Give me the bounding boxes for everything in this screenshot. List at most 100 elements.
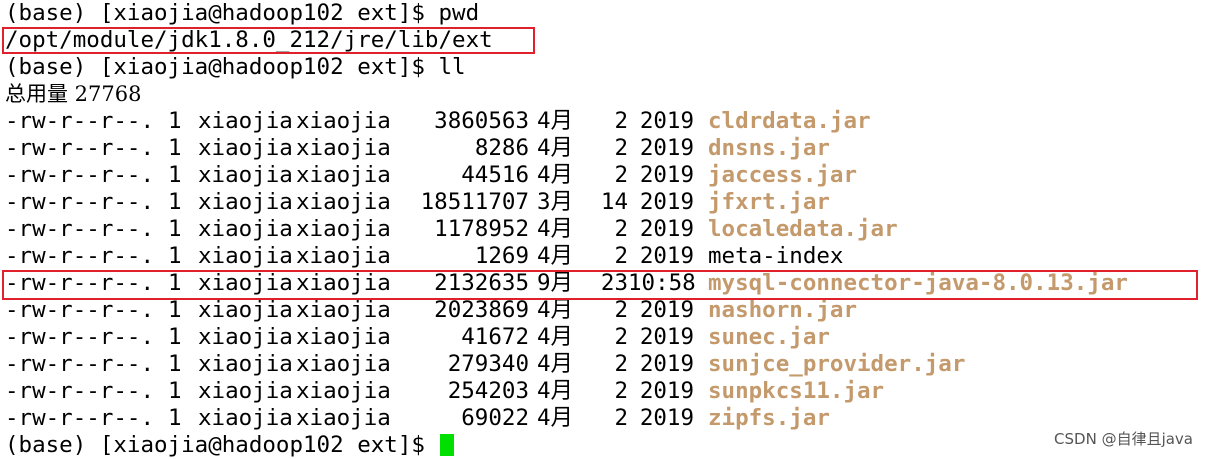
file-name: nashorn.jar xyxy=(708,297,858,323)
file-row: -rw-r--r--. 1 xiaojia xiaojia 1269 4月 2 2019 met… xyxy=(5,243,1205,270)
file-name: localedata.jar xyxy=(708,216,898,242)
file-size: 2023869 xyxy=(434,297,529,323)
file-permissions: -rw-r--r--. xyxy=(5,243,155,269)
file-row: -rw-r--r--. 1 xiaojia xiaojia 18511707 3月 14 20… xyxy=(5,189,1205,216)
file-name: jaccess.jar xyxy=(708,162,858,188)
file-owner: xiaojia xyxy=(198,378,293,404)
file-time: 2019 xyxy=(639,243,694,269)
file-name: zipfs.jar xyxy=(708,405,830,431)
terminal-window[interactable]: (base) [xiaojia@hadoop102 ext]$ pwd /opt… xyxy=(5,0,1205,459)
prompt-ll: (base) [xiaojia@hadoop102 ext]$ ll xyxy=(5,54,466,80)
file-size: 1269 xyxy=(474,243,529,269)
file-month: 4月 xyxy=(537,324,574,350)
file-day: 2 xyxy=(614,378,628,404)
file-permissions: -rw-r--r--. xyxy=(5,324,155,350)
file-links: 1 xyxy=(168,405,182,431)
file-name: cldrdata.jar xyxy=(708,108,871,134)
file-day: 14 xyxy=(600,189,628,215)
file-time: 2019 xyxy=(639,108,694,134)
file-size: 44516 xyxy=(461,162,529,188)
file-size: 1178952 xyxy=(434,216,529,242)
file-row: -rw-r--r--. 1 xiaojia xiaojia 44516 4月 2 2019 ja… xyxy=(5,162,1205,189)
file-month: 4月 xyxy=(537,351,574,377)
file-size: 279340 xyxy=(447,351,529,377)
file-group: xiaojia xyxy=(296,216,391,242)
file-day: 2 xyxy=(614,297,628,323)
file-name: jfxrt.jar xyxy=(708,189,830,215)
file-month: 4月 xyxy=(537,297,574,323)
file-day: 2 xyxy=(614,162,628,188)
file-month: 4月 xyxy=(537,108,574,134)
total-size: 总用量 27768 xyxy=(5,82,142,106)
file-permissions: -rw-r--r--. xyxy=(5,351,155,377)
file-permissions: -rw-r--r--. xyxy=(5,378,155,404)
file-links: 1 xyxy=(168,216,182,242)
file-owner: xiaojia xyxy=(198,135,293,161)
file-size: 3860563 xyxy=(434,108,529,134)
prompt-current[interactable]: (base) [xiaojia@hadoop102 ext]$ xyxy=(5,432,1205,459)
file-time: 2019 xyxy=(639,162,694,188)
file-time: 2019 xyxy=(639,189,694,215)
file-row: -rw-r--r--. 1 xiaojia xiaojia 8286 4月 2 2019 dns… xyxy=(5,135,1205,162)
file-links: 1 xyxy=(168,108,182,134)
file-links: 1 xyxy=(168,324,182,350)
file-links: 1 xyxy=(168,189,182,215)
file-row: -rw-r--r--. 1 xiaojia xiaojia 41672 4月 2 2019 su… xyxy=(5,324,1205,351)
file-day: 2 xyxy=(614,405,628,431)
file-name: sunjce_provider.jar xyxy=(708,351,966,377)
file-group: xiaojia xyxy=(296,108,391,134)
file-permissions: -rw-r--r--. xyxy=(5,108,155,134)
file-month: 4月 xyxy=(537,216,574,242)
file-owner: xiaojia xyxy=(198,351,293,377)
file-row: -rw-r--r--. 1 xiaojia xiaojia 1178952 4月 2 2019… xyxy=(5,216,1205,243)
file-group: xiaojia xyxy=(296,324,391,350)
file-links: 1 xyxy=(168,243,182,269)
file-day: 2 xyxy=(614,135,628,161)
file-group: xiaojia xyxy=(296,162,391,188)
file-month: 3月 xyxy=(537,189,574,215)
highlight-box-mysql-row xyxy=(2,270,1198,300)
file-name: meta-index xyxy=(708,243,844,269)
file-links: 1 xyxy=(168,162,182,188)
file-group: xiaojia xyxy=(296,189,391,215)
file-day: 2 xyxy=(614,243,628,269)
file-day: 2 xyxy=(614,324,628,350)
file-permissions: -rw-r--r--. xyxy=(5,216,155,242)
file-links: 1 xyxy=(168,135,182,161)
file-owner: xiaojia xyxy=(198,189,293,215)
file-name: sunec.jar xyxy=(708,324,830,350)
file-row: -rw-r--r--. 1 xiaojia xiaojia 69022 4月 2 2019 zi… xyxy=(5,405,1205,432)
file-time: 2019 xyxy=(639,405,694,431)
watermark: CSDN @自律且java xyxy=(1054,430,1193,448)
file-row: -rw-r--r--. 1 xiaojia xiaojia 2023869 4月 2 2019… xyxy=(5,297,1205,324)
file-month: 4月 xyxy=(537,135,574,161)
prompt-pwd: (base) [xiaojia@hadoop102 ext]$ pwd xyxy=(5,0,480,26)
file-owner: xiaojia xyxy=(198,324,293,350)
cursor-block xyxy=(440,434,455,456)
file-owner: xiaojia xyxy=(198,216,293,242)
file-group: xiaojia xyxy=(296,243,391,269)
file-permissions: -rw-r--r--. xyxy=(5,162,155,188)
file-time: 2019 xyxy=(639,297,694,323)
file-permissions: -rw-r--r--. xyxy=(5,297,155,323)
file-owner: xiaojia xyxy=(198,162,293,188)
file-group: xiaojia xyxy=(296,378,391,404)
file-row: -rw-r--r--. 1 xiaojia xiaojia 279340 4月 2 2019 s… xyxy=(5,351,1205,378)
file-group: xiaojia xyxy=(296,405,391,431)
file-size: 18511707 xyxy=(420,189,529,215)
file-name: dnsns.jar xyxy=(708,135,830,161)
file-day: 2 xyxy=(614,216,628,242)
file-permissions: -rw-r--r--. xyxy=(5,189,155,215)
file-month: 4月 xyxy=(537,243,574,269)
file-time: 2019 xyxy=(639,378,694,404)
file-time: 2019 xyxy=(639,324,694,350)
file-links: 1 xyxy=(168,351,182,377)
file-group: xiaojia xyxy=(296,135,391,161)
file-size: 254203 xyxy=(447,378,529,404)
file-owner: xiaojia xyxy=(198,243,293,269)
file-permissions: -rw-r--r--. xyxy=(5,135,155,161)
file-day: 2 xyxy=(614,351,628,377)
file-day: 2 xyxy=(614,108,628,134)
file-row: -rw-r--r--. 1 xiaojia xiaojia 3860563 4月 2 2019… xyxy=(5,108,1205,135)
file-month: 4月 xyxy=(537,405,574,431)
